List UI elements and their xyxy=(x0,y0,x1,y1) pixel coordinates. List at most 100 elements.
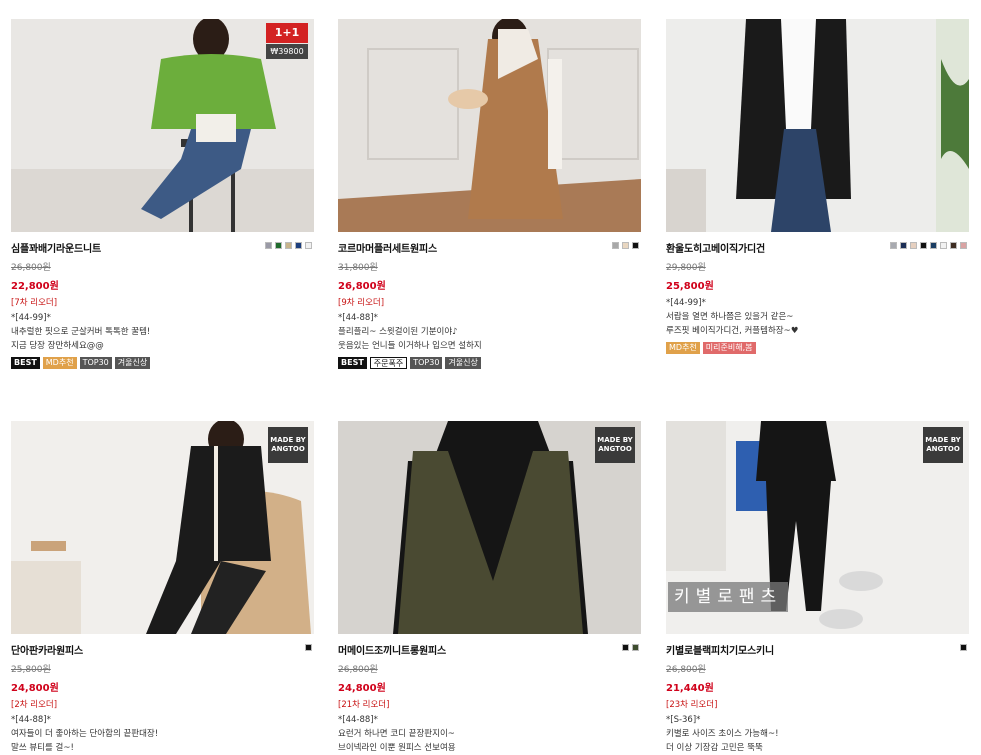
badge-list: BEST MD추천 TOP30 겨울신상 xyxy=(11,357,314,369)
spring-badge: 미리준비해,봄 xyxy=(702,342,756,354)
product-image[interactable] xyxy=(666,19,969,232)
product-description: *[44-88]* 플리플리~ 스윗걸이된 기분이야♪ 웃음있는 언니들 이거하… xyxy=(338,311,641,353)
original-price: 26,800원 xyxy=(338,665,378,675)
description-line: 플리플리~ 스윗걸이된 기분이야♪ xyxy=(338,327,458,337)
brand-tag: MADE BY ANGTOO xyxy=(268,427,308,463)
product-card[interactable]: 환울도히고베이직가디건 29,800원 25,800원 *[44-99]* 서랍… xyxy=(666,19,969,354)
md-pick-badge: MD추천 xyxy=(42,357,77,369)
color-swatch[interactable] xyxy=(622,242,629,249)
sale-price: 25,800원 xyxy=(666,281,714,292)
color-swatch[interactable] xyxy=(305,242,312,249)
reorder-label: [7차 리오더] xyxy=(11,298,58,308)
product-image[interactable]: 1+1 ₩39800 xyxy=(11,19,314,232)
description-line: 말쓰 뷰티를 걸~! xyxy=(11,743,74,753)
product-description: *[44-88]* 여자들이 더 좋아하는 단아함의 끝판대장! 말쓰 뷰티를 … xyxy=(11,713,314,755)
description-line: 더 이상 기장감 고민은 뚝뚝 xyxy=(666,743,763,753)
product-image[interactable]: MADE BY ANGTOO xyxy=(338,421,641,634)
top30-badge: TOP30 xyxy=(410,357,443,369)
color-swatches xyxy=(622,644,639,651)
sale-price: 26,800원 xyxy=(338,281,386,292)
product-card[interactable]: MADE BY ANGTOO 단아판카라원피스 25,800원 24,800원 … xyxy=(11,421,314,755)
original-price: 25,800원 xyxy=(11,665,51,675)
product-name[interactable]: 키별로블랙피치기모스키니 xyxy=(666,642,969,657)
size-range: *[44-99]* xyxy=(11,313,51,323)
description-line: 서랍을 열면 하나쯤은 있을거 같은~ xyxy=(666,312,794,322)
sale-price: 21,440원 xyxy=(666,683,714,694)
product-image[interactable]: MADE BY ANGTOO xyxy=(11,421,314,634)
hot-order-badge: 주문폭주 xyxy=(369,357,408,369)
size-range: *[44-88]* xyxy=(11,715,51,725)
sale-price: 22,800원 xyxy=(11,281,59,292)
brand-tag: MADE BY ANGTOO xyxy=(595,427,635,463)
reorder-label: [9차 리오더] xyxy=(338,298,385,308)
size-range: *[S-36]* xyxy=(666,715,701,725)
md-pick-badge: MD추천 xyxy=(666,342,700,354)
description-line: 브이넥라인 이뿐 원피스 선보여용 xyxy=(338,743,456,753)
sale-price: 24,800원 xyxy=(11,683,59,694)
description-line: 요런거 하나면 코디 끝장판지이~ xyxy=(338,729,455,739)
badge-list: MD추천 미리준비해,봄 xyxy=(666,342,969,354)
product-photo xyxy=(666,19,969,232)
product-card[interactable]: MADE BY ANGTOO 머메이드조끼니트롱원피스 26,800원 24,8… xyxy=(338,421,641,755)
color-swatch[interactable] xyxy=(632,644,639,651)
original-price: 26,800원 xyxy=(666,665,706,675)
color-swatch[interactable] xyxy=(612,242,619,249)
color-swatch[interactable] xyxy=(632,242,639,249)
description-line: 키별로 사이즈 초이스 가능해~! xyxy=(666,729,779,739)
description-line: 웃음있는 언니들 이거하나 입으면 설하지 xyxy=(338,341,482,351)
color-swatch[interactable] xyxy=(890,242,897,249)
product-description: *[44-99]* 내추럴한 핏으로 군살커버 톡톡한 꿀템! 지금 당장 장만… xyxy=(11,311,314,353)
reorder-label: [23차 리오더] xyxy=(666,700,718,710)
top30-badge: TOP30 xyxy=(79,357,112,369)
color-swatch[interactable] xyxy=(910,242,917,249)
product-card[interactable]: MADE BY ANGTOO 키별로팬츠 키별로블랙피치기모스키니 26,800… xyxy=(666,421,969,755)
product-name[interactable]: 단아판카라원피스 xyxy=(11,642,314,657)
product-card[interactable]: 코르마머플러세트원피스 31,800원 26,800원 [9차 리오더] *[4… xyxy=(338,19,641,369)
color-swatch[interactable] xyxy=(295,242,302,249)
original-price: 26,800원 xyxy=(11,263,51,273)
product-description: *[44-99]* 서랍을 열면 하나쯤은 있을거 같은~ 루즈핏 베이직가디건… xyxy=(666,296,969,338)
color-swatch[interactable] xyxy=(265,242,272,249)
product-card[interactable]: 1+1 ₩39800 심플꽈배기라운드니트 26,800원 22,800원 [7… xyxy=(11,19,314,369)
sale-price: 24,800원 xyxy=(338,683,386,694)
product-photo xyxy=(338,19,641,232)
reorder-label: [21차 리오더] xyxy=(338,700,390,710)
color-swatch[interactable] xyxy=(960,242,967,249)
color-swatch[interactable] xyxy=(960,644,967,651)
description-line: 지금 당장 장만하세요@@ xyxy=(11,341,104,351)
color-swatch[interactable] xyxy=(622,644,629,651)
color-swatches xyxy=(305,644,312,651)
color-swatch[interactable] xyxy=(920,242,927,249)
color-swatch[interactable] xyxy=(950,242,957,249)
size-range: *[44-99]* xyxy=(666,298,706,308)
promo-price-tag: ₩39800 xyxy=(266,44,308,59)
color-swatch[interactable] xyxy=(900,242,907,249)
color-swatches xyxy=(960,644,967,651)
reorder-label: [2차 리오더] xyxy=(11,700,58,710)
product-image[interactable] xyxy=(338,19,641,232)
badge-list: BEST 주문폭주 TOP30 겨울신상 xyxy=(338,357,641,369)
product-name[interactable]: 머메이드조끼니트롱원피스 xyxy=(338,642,641,657)
color-swatches xyxy=(265,242,312,249)
product-image[interactable]: MADE BY ANGTOO 키별로팬츠 xyxy=(666,421,969,634)
color-swatch[interactable] xyxy=(285,242,292,249)
season-badge: 겨울신상 xyxy=(445,357,481,369)
color-swatch[interactable] xyxy=(930,242,937,249)
product-description: *[S-36]* 키별로 사이즈 초이스 가능해~! 더 이상 기장감 고민은 … xyxy=(666,713,969,755)
product-name[interactable]: 코르마머플러세트원피스 xyxy=(338,240,641,255)
description-line: 루즈핏 베이직가디건, 커플템하장~♥ xyxy=(666,326,799,336)
original-price: 31,800원 xyxy=(338,263,378,273)
size-range: *[44-88]* xyxy=(338,715,378,725)
product-description: *[44-88]* 요런거 하나면 코디 끝장판지이~ 브이넥라인 이뿐 원피스… xyxy=(338,713,641,755)
size-range: *[44-88]* xyxy=(338,313,378,323)
brand-tag: MADE BY ANGTOO xyxy=(923,427,963,463)
description-line: 여자들이 더 좋아하는 단아함의 끝판대장! xyxy=(11,729,159,739)
best-badge: BEST xyxy=(338,357,367,369)
color-swatch[interactable] xyxy=(305,644,312,651)
color-swatches xyxy=(890,242,967,249)
color-swatch[interactable] xyxy=(275,242,282,249)
original-price: 29,800원 xyxy=(666,263,706,273)
season-badge: 겨울신상 xyxy=(114,357,151,369)
description-line: 내추럴한 핏으로 군살커버 톡톡한 꿀템! xyxy=(11,327,151,337)
color-swatch[interactable] xyxy=(940,242,947,249)
